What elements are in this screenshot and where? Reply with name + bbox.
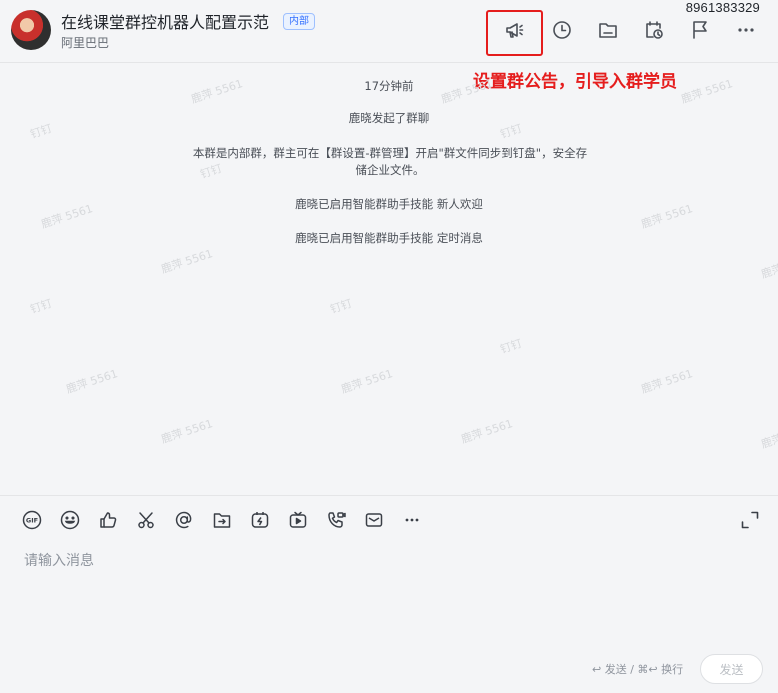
svg-text:GIF: GIF [26,517,38,525]
thumbs-up-icon[interactable] [97,509,119,531]
system-message: 鹿晓发起了群聊 [348,111,430,125]
expand-icon[interactable] [739,509,761,531]
watermark: 鹿萍 5561 [159,417,215,446]
live-icon[interactable] [287,509,309,531]
share-icon[interactable] [211,509,233,531]
group-title[interactable]: 在线课堂群控机器人配置示范 [61,9,269,33]
send-shortcut-hint: ↩ 发送 / ⌘↩ 换行 [592,663,684,676]
gif-icon[interactable]: GIF [21,509,43,531]
system-notice: 本群是内部群，群主可在【群设置-群管理】开启"群文件同步到钉盘"，安全存储企业文… [192,146,588,177]
flag-icon[interactable] [689,19,711,41]
message-area: 鹿萍 5561 鹿萍 5561 鹿萍 5561 钉钉 钉钉 钉钉 鹿萍 5561… [0,63,778,495]
folder-icon[interactable] [597,19,619,41]
watermark: 鹿萍 5561 [459,417,515,446]
org-name: 阿里巴巴 [61,36,110,50]
watermark: 鹿萍 5561 [159,247,215,276]
system-message: 鹿晓已启用智能群助手技能 定时消息 [295,231,483,245]
group-avatar[interactable] [11,10,51,50]
watermark: 鹿萍 5561 [64,367,120,396]
watermark: 钉钉 [498,336,524,357]
call-icon[interactable] [325,509,347,531]
timestamp: 17分钟前 [364,79,414,93]
internal-badge: 内部 [283,13,315,30]
send-button[interactable]: 发送 [700,654,763,684]
message-input[interactable] [22,548,726,574]
watermark: 鹿萍 5561 [759,252,778,281]
emoji-icon[interactable] [59,509,81,531]
mention-icon[interactable] [173,509,195,531]
system-message: 鹿晓已启用智能群助手技能 新人欢迎 [295,197,483,211]
more-dots-icon[interactable] [401,509,423,531]
watermark: 钉钉 [28,296,54,317]
watermark: 鹿萍 5561 [639,367,695,396]
more-icon[interactable] [735,19,757,41]
scissors-icon[interactable] [135,509,157,531]
flash-icon[interactable] [249,509,271,531]
chat-header: 在线课堂群控机器人配置示范 内部 阿里巴巴 8961383329 [0,0,778,63]
history-clock-icon[interactable] [551,19,573,41]
mail-icon[interactable] [363,509,385,531]
watermark: 钉钉 [328,296,354,317]
composer-divider [0,495,778,496]
schedule-icon[interactable] [643,19,665,41]
watermark: 鹿萍 5561 [339,367,395,396]
phone-number-label: 8961383329 [685,0,760,15]
annotation-highlight-box [486,10,543,56]
watermark: 鹿萍 5561 [759,422,778,451]
